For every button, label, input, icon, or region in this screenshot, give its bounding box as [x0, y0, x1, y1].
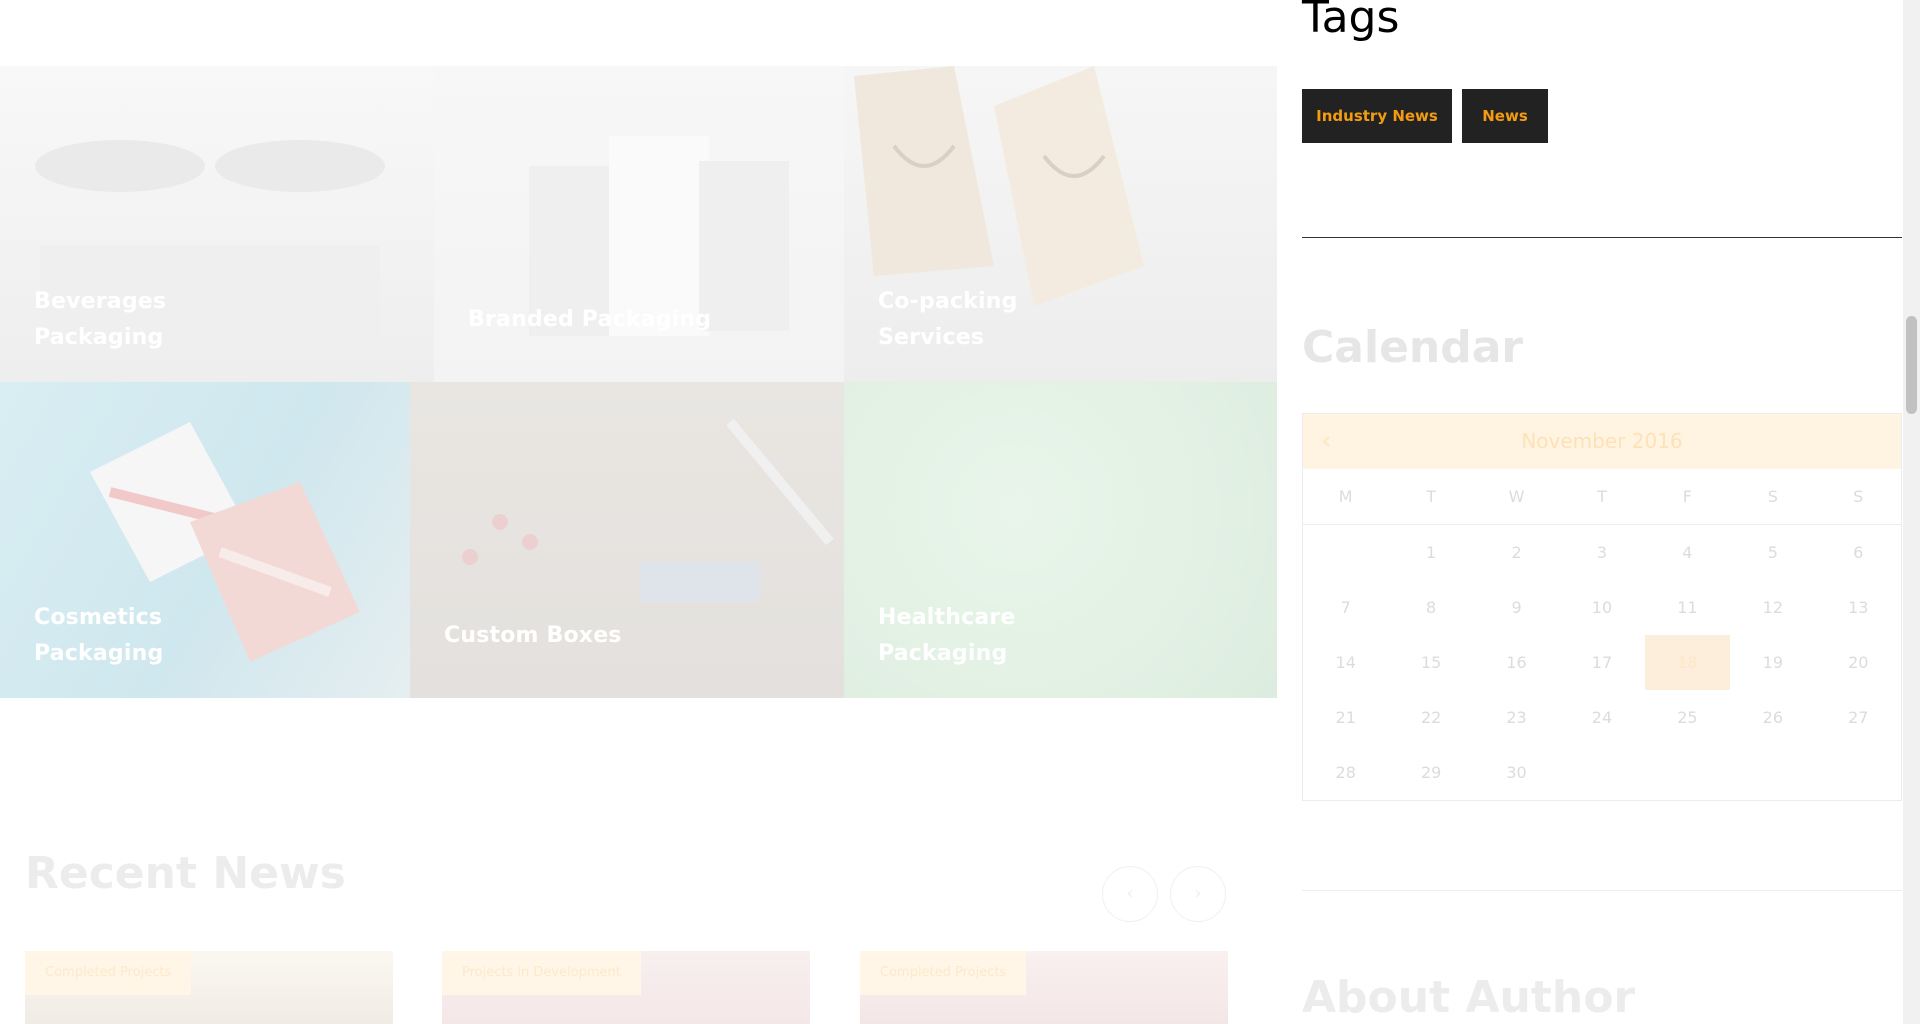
- weekday-label: S: [1853, 487, 1864, 506]
- category-tile-beverages[interactable]: Beverages Packaging: [0, 66, 434, 382]
- category-grid: Beverages Packaging Branded Packaging Co…: [0, 66, 1277, 698]
- calendar-day[interactable]: 8: [1388, 580, 1473, 635]
- calendar-widget: ‹ November 2016 M T W T F S S 1 2 3 4 5 …: [1302, 413, 1902, 801]
- category-label: Cosmetics Packaging: [34, 605, 164, 666]
- category-label: Healthcare Packaging: [878, 605, 1016, 666]
- calendar-day[interactable]: 23: [1474, 690, 1559, 745]
- calendar-day[interactable]: 11: [1645, 580, 1730, 635]
- calendar-day[interactable]: 19: [1730, 635, 1815, 690]
- calendar-title: Calendar: [1302, 322, 1524, 373]
- category-label: Co-packing Services: [878, 289, 1018, 350]
- divider: [1302, 890, 1902, 891]
- weekday-label: T: [1426, 487, 1437, 506]
- recent-news-title: Recent News: [25, 848, 346, 899]
- calendar-day[interactable]: 17: [1559, 635, 1644, 690]
- calendar-day[interactable]: 16: [1474, 635, 1559, 690]
- tags-title: Tags: [1302, 0, 1400, 43]
- weekday-label: S: [1767, 487, 1778, 506]
- calendar-day[interactable]: 26: [1730, 690, 1815, 745]
- calendar-day: [1559, 745, 1644, 800]
- category-label: Custom Boxes: [444, 623, 622, 648]
- calendar-day[interactable]: 21: [1303, 690, 1388, 745]
- calendar-header: ‹ November 2016: [1303, 414, 1901, 469]
- about-author-title: About Author: [1302, 972, 1636, 1023]
- calendar-day[interactable]: 25: [1645, 690, 1730, 745]
- calendar-day: [1816, 745, 1901, 800]
- calendar-day[interactable]: 6: [1816, 525, 1901, 580]
- scrollbar-thumb[interactable]: [1906, 316, 1917, 414]
- sidebar: Tags Industry News News Calendar ‹ Novem…: [1302, 0, 1902, 1024]
- calendar-day[interactable]: 4: [1645, 525, 1730, 580]
- calendar-week: 21 22 23 24 25 26 27: [1303, 690, 1901, 745]
- news-next-button[interactable]: ›: [1170, 866, 1226, 922]
- category-tile-custom-boxes[interactable]: Custom Boxes: [410, 382, 844, 698]
- calendar-day[interactable]: 22: [1388, 690, 1473, 745]
- news-card[interactable]: Completed Projects: [25, 951, 393, 1024]
- weekday-label: F: [1682, 487, 1692, 506]
- category-tile-branded[interactable]: Branded Packaging: [434, 66, 844, 382]
- calendar-day[interactable]: 20: [1816, 635, 1901, 690]
- calendar-day: [1645, 745, 1730, 800]
- news-category-badge[interactable]: Projects in Development: [442, 951, 641, 995]
- calendar-day[interactable]: 29: [1388, 745, 1473, 800]
- weekday-label: M: [1338, 487, 1353, 506]
- calendar-day[interactable]: 14: [1303, 635, 1388, 690]
- calendar-day: [1303, 525, 1388, 580]
- calendar-day-today[interactable]: 18: [1644, 635, 1731, 690]
- category-label: Beverages Packaging: [34, 289, 167, 350]
- calendar-day: [1730, 745, 1815, 800]
- calendar-day[interactable]: 9: [1474, 580, 1559, 635]
- calendar-day[interactable]: 7: [1303, 580, 1388, 635]
- calendar-day[interactable]: 1: [1388, 525, 1473, 580]
- calendar-week: 7 8 9 10 11 12 13: [1303, 580, 1901, 635]
- calendar-day[interactable]: 3: [1559, 525, 1644, 580]
- calendar-weekdays: M T W T F S S: [1303, 469, 1901, 525]
- calendar-day[interactable]: 24: [1559, 690, 1644, 745]
- calendar-day[interactable]: 30: [1474, 745, 1559, 800]
- tag-industry-news[interactable]: Industry News: [1302, 89, 1452, 143]
- calendar-day[interactable]: 12: [1730, 580, 1815, 635]
- calendar-day[interactable]: 10: [1559, 580, 1644, 635]
- divider: [1302, 237, 1902, 238]
- category-tile-cosmetics[interactable]: Cosmetics Packaging: [0, 382, 410, 698]
- calendar-day[interactable]: 13: [1816, 580, 1901, 635]
- news-prev-button[interactable]: ‹: [1102, 866, 1158, 922]
- calendar-week: 28 29 30: [1303, 745, 1901, 800]
- category-tile-healthcare[interactable]: Healthcare Packaging: [844, 382, 1277, 698]
- news-card[interactable]: Projects in Development: [442, 951, 810, 1024]
- calendar-day[interactable]: 15: [1388, 635, 1473, 690]
- calendar-day[interactable]: 5: [1730, 525, 1815, 580]
- calendar-week: 1 2 3 4 5 6: [1303, 525, 1901, 580]
- category-tile-copacking[interactable]: Co-packing Services: [844, 66, 1277, 382]
- calendar-week: 14 15 16 17 18 19 20: [1303, 635, 1901, 690]
- news-category-badge[interactable]: Completed Projects: [860, 951, 1027, 995]
- calendar-day[interactable]: 2: [1474, 525, 1559, 580]
- calendar-prev-icon[interactable]: ‹: [1321, 414, 1332, 469]
- calendar-month: November 2016: [1521, 429, 1683, 453]
- weekday-label: W: [1508, 487, 1525, 506]
- news-category-badge[interactable]: Completed Projects: [25, 951, 192, 995]
- calendar-day[interactable]: 28: [1303, 745, 1388, 800]
- category-label: Branded Packaging: [468, 307, 712, 332]
- weekday-label: T: [1597, 487, 1607, 506]
- news-card[interactable]: Completed Projects: [860, 951, 1228, 1024]
- tag-news[interactable]: News: [1462, 89, 1548, 143]
- calendar-day[interactable]: 27: [1816, 690, 1901, 745]
- page-scrollbar[interactable]: [1903, 0, 1920, 1024]
